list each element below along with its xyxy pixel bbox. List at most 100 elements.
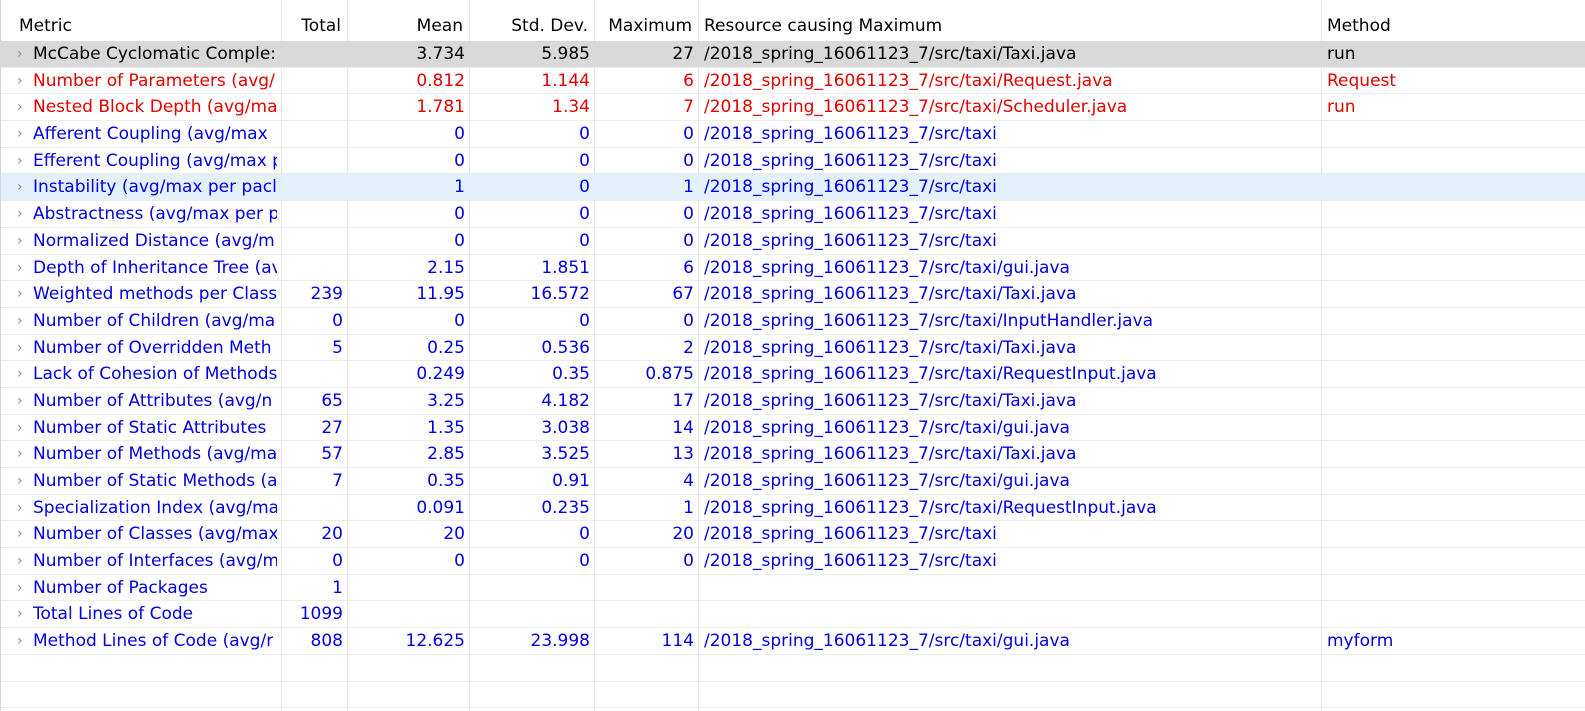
method-cell bbox=[1321, 441, 1581, 467]
table-row[interactable]: › Number of Packages 1 bbox=[1, 575, 1585, 602]
table-row[interactable]: › Depth of Inheritance Tree (av 2.15 1.851 6… bbox=[1, 255, 1585, 282]
metric-name: Number of Methods (avg/ma bbox=[33, 444, 277, 465]
resource-cell bbox=[698, 575, 1321, 601]
metric-name: Number of Parameters (avg/ bbox=[33, 70, 275, 91]
chevron-right-icon[interactable]: › bbox=[17, 388, 33, 414]
table-row[interactable]: › Number of Interfaces (avg/m 0 0 0 0/2018_sp… bbox=[1, 548, 1585, 575]
table-row[interactable]: › Number of Children (avg/ma 0 0 0 0/2018_spr… bbox=[1, 308, 1585, 335]
maximum-cell: 20 bbox=[672, 524, 694, 545]
metric-name: Number of Static Attributes bbox=[33, 417, 267, 438]
method-cell: Request bbox=[1327, 70, 1397, 91]
chevron-right-icon[interactable]: › bbox=[17, 441, 33, 467]
method-cell bbox=[1321, 468, 1581, 494]
metric-name: Weighted methods per Class bbox=[33, 284, 277, 305]
table-row[interactable]: › Instability (avg/max per pacl 1 0 1/2018_s… bbox=[1, 174, 1585, 202]
metric-name: Number of Interfaces (avg/m bbox=[33, 551, 277, 572]
metric-cell: › Number of Attributes (avg/n bbox=[1, 388, 281, 414]
chevron-right-icon[interactable]: › bbox=[17, 255, 33, 281]
chevron-right-icon[interactable]: › bbox=[17, 548, 33, 574]
resource-cell: /2018_spring_16061123_7/src/taxi/Request… bbox=[704, 497, 1157, 518]
mean-cell: 11.95 bbox=[416, 284, 465, 305]
metric-cell: › Normalized Distance (avg/m bbox=[1, 228, 281, 254]
std-dev-cell: 0.235 bbox=[541, 497, 590, 518]
table-row[interactable]: › Number of Methods (avg/ma 57 2.85 3.525 13 /… bbox=[1, 441, 1585, 468]
table-row[interactable]: › Number of Overridden Meth 5 0.25 0.536 2/20… bbox=[1, 335, 1585, 362]
metric-cell: › Method Lines of Code (avg/r bbox=[1, 628, 281, 654]
table-row[interactable]: › Number of Attributes (avg/n 65 3.25 4.182 1… bbox=[1, 388, 1585, 415]
chevron-right-icon[interactable]: › bbox=[17, 281, 33, 307]
resource-cell: /2018_spring_16061123_7/src/taxi/Taxi.ja… bbox=[704, 337, 1077, 358]
mean-cell: 0 bbox=[454, 124, 465, 145]
table-row[interactable]: › Nested Block Depth (avg/ma 1.781 1.34 7/20… bbox=[1, 94, 1585, 122]
maximum-cell: 7 bbox=[683, 97, 694, 118]
metric-name: Abstractness (avg/max per p bbox=[33, 204, 277, 225]
method-cell bbox=[1321, 228, 1581, 254]
metric-name: Nested Block Depth (avg/ma bbox=[33, 97, 277, 118]
table-row[interactable]: › Number of Static Attributes 27 1.35 3.038 1… bbox=[1, 415, 1585, 442]
metric-cell: › Nested Block Depth (avg/ma bbox=[1, 94, 281, 120]
metric-cell: › Specialization Index (avg/ma bbox=[1, 495, 281, 521]
metric-name: Number of Children (avg/ma bbox=[33, 310, 276, 331]
resource-cell: /2018_spring_16061123_7/src/taxi/Taxi.ja… bbox=[704, 284, 1077, 305]
chevron-right-icon[interactable]: › bbox=[17, 201, 33, 227]
table-row[interactable]: › Number of Parameters (avg/0.812 1.144 6/2… bbox=[1, 68, 1585, 95]
table-row[interactable]: › Abstractness (avg/max per p 0 0 0/2018_spr… bbox=[1, 201, 1585, 228]
table-row[interactable]: › Lack of Cohesion of Methods 0.249 0.35 0.8… bbox=[1, 361, 1585, 388]
table-row[interactable]: › Normalized Distance (avg/m 0 0 0/2018_spri… bbox=[1, 228, 1585, 255]
table-row[interactable]: › Weighted methods per Class 239 11.95 16.57… bbox=[1, 281, 1585, 308]
resource-cell: /2018_spring_16061123_7/src/taxi bbox=[704, 150, 997, 171]
chevron-right-icon[interactable]: › bbox=[17, 575, 33, 601]
std-dev-cell: 0 bbox=[579, 551, 590, 572]
std-dev-cell: 0.536 bbox=[541, 337, 590, 358]
column-header-resource[interactable]: Resource causing Maximum bbox=[698, 12, 1321, 41]
method-cell bbox=[1321, 521, 1581, 547]
total-cell: 1099 bbox=[299, 604, 343, 625]
chevron-right-icon[interactable]: › bbox=[17, 308, 33, 334]
chevron-right-icon[interactable]: › bbox=[17, 41, 33, 67]
table-row[interactable]: › Number of Static Methods (a 7 0.35 0.91 4/2… bbox=[1, 468, 1585, 495]
table-row[interactable]: › Number of Classes (avg/max 20 20 0 20/2018_… bbox=[1, 521, 1585, 549]
metric-cell: › Number of Parameters (avg/ bbox=[1, 68, 281, 94]
std-dev-cell: 0 bbox=[579, 204, 590, 225]
column-header-maximum[interactable]: Maximum bbox=[594, 12, 698, 41]
metric-cell: › Instability (avg/max per pacl bbox=[1, 174, 281, 200]
metric-cell: › Number of Overridden Meth bbox=[1, 335, 281, 361]
chevron-right-icon[interactable]: › bbox=[17, 495, 33, 521]
resource-cell: /2018_spring_16061123_7/src/taxi/gui.jav… bbox=[704, 417, 1070, 438]
column-header-total[interactable]: Total bbox=[281, 12, 347, 41]
chevron-right-icon[interactable]: › bbox=[17, 415, 33, 441]
method-cell: run bbox=[1327, 97, 1356, 118]
table-row[interactable]: › Afferent Coupling (avg/max 0 0 0/2018_spri… bbox=[1, 121, 1585, 148]
chevron-right-icon[interactable]: › bbox=[17, 228, 33, 254]
column-header-std-dev[interactable]: Std. Dev. bbox=[469, 12, 594, 41]
column-header-method[interactable]: Method bbox=[1321, 12, 1581, 41]
total-cell bbox=[281, 148, 347, 174]
mean-cell: 0 bbox=[454, 551, 465, 572]
table-row[interactable]: › Total Lines of Code 1099 bbox=[1, 601, 1585, 629]
chevron-right-icon[interactable]: › bbox=[17, 174, 33, 200]
chevron-right-icon[interactable]: › bbox=[17, 628, 33, 654]
chevron-right-icon[interactable]: › bbox=[17, 68, 33, 94]
total-cell: 239 bbox=[310, 284, 343, 305]
chevron-right-icon[interactable]: › bbox=[17, 121, 33, 147]
resource-cell: /2018_spring_16061123_7/src/taxi bbox=[704, 551, 997, 572]
table-row[interactable]: › Efferent Coupling (avg/max p 0 0 0/2018_sp… bbox=[1, 148, 1585, 175]
metric-name: Number of Classes (avg/max bbox=[33, 524, 277, 545]
chevron-right-icon[interactable]: › bbox=[17, 361, 33, 387]
table-row[interactable]: › Method Lines of Code (avg/r 808 12.625 23.… bbox=[1, 628, 1585, 655]
chevron-right-icon[interactable]: › bbox=[17, 148, 33, 174]
method-cell bbox=[1321, 281, 1581, 307]
chevron-right-icon[interactable]: › bbox=[17, 601, 33, 627]
table-row[interactable]: › Specialization Index (avg/ma 0.091 0.235 1… bbox=[1, 495, 1585, 522]
chevron-right-icon[interactable]: › bbox=[17, 335, 33, 361]
chevron-right-icon[interactable]: › bbox=[17, 521, 33, 547]
metric-cell: › Efferent Coupling (avg/max p bbox=[1, 148, 281, 174]
metric-cell: › Weighted methods per Class bbox=[1, 281, 281, 307]
metrics-table-body: › McCabe Cyclomatic Comple: 3.734 5.985 27/2… bbox=[1, 41, 1585, 709]
chevron-right-icon[interactable]: › bbox=[17, 468, 33, 494]
column-header-mean[interactable]: Mean bbox=[347, 12, 469, 41]
chevron-right-icon[interactable]: › bbox=[17, 94, 33, 120]
maximum-cell: 6 bbox=[683, 70, 694, 91]
table-row[interactable]: › McCabe Cyclomatic Comple: 3.734 5.985 27/2… bbox=[1, 41, 1585, 68]
column-header-metric[interactable]: Metric bbox=[1, 12, 281, 41]
